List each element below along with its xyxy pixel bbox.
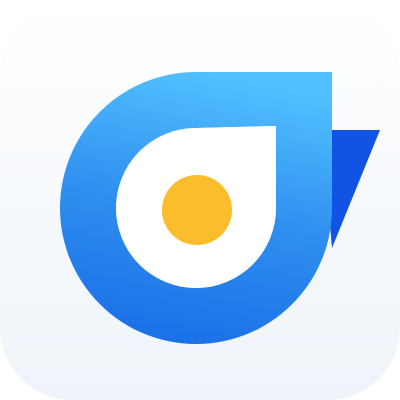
center-dot (162, 175, 232, 245)
app-logo-icon[interactable] (0, 0, 400, 400)
app-icon-container (0, 0, 400, 400)
